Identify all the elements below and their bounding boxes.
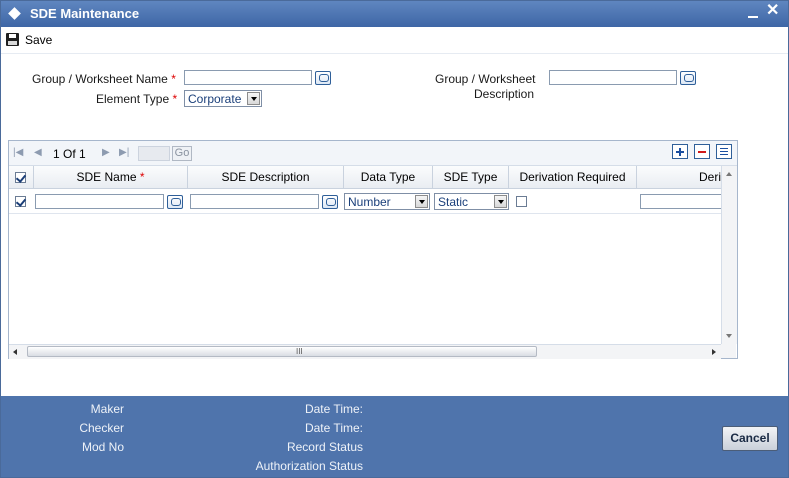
title-bar[interactable]: SDE Maintenance ✕ [1, 1, 788, 27]
element-type-select[interactable]: Corporate [184, 90, 262, 107]
data-type-value: Number [348, 195, 391, 209]
sde-type-select[interactable]: Static [434, 193, 509, 210]
single-view-icon[interactable] [716, 144, 732, 159]
scroll-corner [721, 344, 736, 358]
maker-date-time-label: Date Time: [304, 402, 363, 416]
data-type-select[interactable]: Number [344, 193, 430, 210]
row-select-checkbox[interactable] [15, 196, 26, 207]
chevron-down-icon[interactable] [494, 195, 507, 208]
page-number-input[interactable] [138, 146, 170, 161]
window-title: SDE Maintenance [30, 6, 140, 21]
col-sde-type[interactable]: SDE Type [433, 166, 509, 188]
element-type-label: Element Type * [96, 92, 178, 106]
authorization-status-label: Authorization Status [255, 459, 363, 473]
sde-maintenance-window: SDE Maintenance ✕ Save Group / Worksheet… [0, 0, 789, 478]
minimize-icon[interactable] [748, 7, 759, 19]
group-desc-lov-icon[interactable] [680, 71, 696, 85]
cancel-button[interactable]: Cancel [722, 426, 778, 451]
previous-page-icon[interactable]: ◀ [34, 148, 42, 158]
save-button[interactable]: Save [25, 33, 52, 47]
derivation-required-checkbox[interactable] [516, 196, 527, 207]
col-derivation-partial[interactable]: Deri [637, 166, 721, 188]
col-derivation-required[interactable]: Derivation Required [509, 166, 637, 188]
col-sde-name[interactable]: SDE Name * [34, 166, 188, 188]
sde-description-lov-icon[interactable] [322, 195, 338, 209]
group-desc-label: Group / Worksheet [435, 72, 536, 86]
first-page-icon[interactable]: |◀ [13, 148, 23, 158]
sde-grid: |◀ ◀ 1 Of 1 ▶ ▶| Go SDE Name * SDE Descr… [8, 140, 738, 359]
add-row-icon[interactable] [672, 144, 688, 159]
last-page-icon[interactable]: ▶| [119, 148, 129, 158]
grid-navigation: |◀ ◀ 1 Of 1 ▶ ▶| Go [9, 141, 737, 166]
select-all-checkbox[interactable] [15, 172, 26, 183]
scroll-grip: III [296, 347, 303, 356]
sde-name-input[interactable] [35, 194, 164, 209]
scroll-up-icon[interactable] [726, 172, 732, 176]
vertical-scrollbar[interactable] [721, 166, 737, 344]
close-icon[interactable]: ✕ [766, 3, 779, 19]
grid-header: SDE Name * SDE Description Data Type SDE… [9, 166, 721, 189]
audit-footer: Maker Checker Mod No Date Time: Date Tim… [1, 396, 788, 477]
element-type-value: Corporate [188, 92, 242, 106]
col-sde-description[interactable]: SDE Description [188, 166, 344, 188]
scroll-thumb[interactable]: III [27, 346, 537, 357]
chevron-down-icon[interactable] [247, 92, 260, 105]
window-menu-icon[interactable] [8, 7, 21, 20]
sde-type-value: Static [438, 195, 469, 209]
save-icon[interactable] [6, 33, 19, 46]
go-button[interactable]: Go [172, 146, 192, 161]
delete-row-icon[interactable] [694, 144, 710, 159]
sde-name-lov-icon[interactable] [167, 195, 183, 209]
checker-date-time-label: Date Time: [304, 421, 363, 435]
chevron-down-icon[interactable] [415, 195, 428, 208]
record-status-label: Record Status [286, 440, 363, 454]
checker-label: Checker [79, 421, 124, 435]
next-page-icon[interactable]: ▶ [102, 148, 110, 158]
select-all-cell [9, 166, 34, 188]
group-name-label: Group / Worksheet Name * [32, 72, 176, 86]
derivation-input[interactable] [640, 194, 721, 209]
table-row: Number Static [9, 189, 721, 214]
group-desc-input[interactable] [549, 70, 677, 85]
scroll-right-icon[interactable] [712, 349, 716, 355]
scroll-left-icon[interactable] [13, 349, 17, 355]
scroll-down-icon[interactable] [726, 334, 732, 338]
page-indicator: 1 Of 1 [53, 147, 86, 161]
col-data-type[interactable]: Data Type [344, 166, 433, 188]
group-name-input[interactable] [184, 70, 312, 85]
mod-no-label: Mod No [81, 440, 124, 454]
sde-description-input[interactable] [190, 194, 319, 209]
group-desc-label-2: Description [474, 87, 535, 101]
horizontal-scrollbar[interactable]: III [9, 344, 721, 359]
group-name-lov-icon[interactable] [315, 71, 331, 85]
toolbar: Save [1, 27, 788, 54]
maker-label: Maker [90, 402, 124, 416]
